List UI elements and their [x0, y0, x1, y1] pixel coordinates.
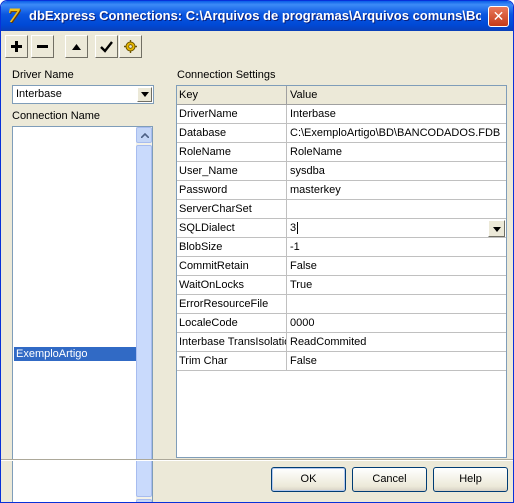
minus-icon	[37, 45, 48, 48]
table-row[interactable]: BlobSize -1	[177, 238, 506, 257]
row-key: SQLDialect	[177, 219, 287, 237]
right-panel: Connection Settings Key Value DriverName…	[176, 63, 508, 463]
row-key: WaitOnLocks	[177, 276, 287, 294]
row-key: BlobSize	[177, 238, 287, 256]
row-value[interactable]: ReadCommited	[288, 333, 506, 351]
row-key: Trim Char	[177, 352, 287, 370]
left-panel: Driver Name Interbase Connection Name Ex…	[1, 63, 165, 502]
column-header-value[interactable]: Value	[288, 86, 506, 104]
table-row[interactable]: User_Name sysdba	[177, 162, 506, 181]
row-key: Interbase TransIsolatio	[177, 333, 287, 351]
table-row[interactable]: CommitRetain False	[177, 257, 506, 276]
row-value[interactable]	[288, 200, 506, 218]
row-key: Database	[177, 124, 287, 142]
table-row[interactable]: RoleName RoleName	[177, 143, 506, 162]
table-row[interactable]: DriverName Interbase	[177, 105, 506, 124]
row-key: Password	[177, 181, 287, 199]
driver-name-select[interactable]: Interbase	[12, 85, 154, 104]
table-row[interactable]: WaitOnLocks True	[177, 276, 506, 295]
row-key: DriverName	[177, 105, 287, 123]
list-item[interactable]: ExemploArtigo	[14, 347, 136, 361]
title-bar[interactable]: 7 dbExpress Connections: C:\Arquivos de …	[1, 1, 513, 31]
table-row[interactable]: Interbase TransIsolatio ReadCommited	[177, 333, 506, 352]
row-value[interactable]: 3	[290, 222, 296, 234]
plus-icon	[11, 41, 22, 52]
chevron-down-icon	[141, 92, 149, 97]
connections-dialog: 7 dbExpress Connections: C:\Arquivos de …	[0, 0, 514, 503]
row-value[interactable]: C:\ExemploArtigo\BD\BANCODADOS.FDB	[288, 124, 506, 142]
chevron-down-icon	[493, 227, 501, 232]
row-key: RoleName	[177, 143, 287, 161]
table-row[interactable]: Database C:\ExemploArtigo\BD\BANCODADOS.…	[177, 124, 506, 143]
settings-button[interactable]	[119, 35, 142, 58]
text-caret	[297, 222, 299, 235]
chevron-up-icon	[141, 133, 149, 138]
row-value[interactable]: 0000	[288, 314, 506, 332]
apply-button[interactable]	[95, 35, 118, 58]
row-value[interactable]: masterkey	[288, 181, 506, 199]
delete-button[interactable]	[31, 35, 54, 58]
connection-settings-label: Connection Settings	[177, 69, 276, 81]
scroll-thumb[interactable]	[136, 145, 152, 497]
row-value[interactable]: False	[288, 257, 506, 275]
scroll-down-button[interactable]	[136, 499, 152, 502]
row-key: ErrorResourceFile	[177, 295, 287, 313]
cancel-button[interactable]: Cancel	[352, 467, 427, 492]
sql-dialect-editor[interactable]: 3	[288, 219, 506, 237]
checkmark-icon	[100, 41, 113, 53]
connection-name-label: Connection Name	[12, 110, 101, 122]
row-value[interactable]: False	[288, 352, 506, 370]
row-value[interactable]: sysdba	[288, 162, 506, 180]
settings-grid[interactable]: Key Value DriverName Interbase Database …	[176, 85, 507, 458]
table-row[interactable]: Trim Char False	[177, 352, 506, 371]
add-button[interactable]	[5, 35, 28, 58]
row-value[interactable]: True	[288, 276, 506, 294]
row-value[interactable]: Interbase	[288, 105, 506, 123]
triangle-up-icon	[72, 44, 81, 50]
driver-name-value: Interbase	[16, 88, 62, 100]
table-row[interactable]: SQLDialect 3	[177, 219, 506, 238]
connection-list[interactable]: ExemploArtigo	[12, 126, 153, 502]
help-button[interactable]: Help	[433, 467, 508, 492]
scroll-up-button[interactable]	[136, 127, 152, 143]
row-key: User_Name	[177, 162, 287, 180]
table-row[interactable]: Password masterkey	[177, 181, 506, 200]
table-row[interactable]: ErrorResourceFile	[177, 295, 506, 314]
column-header-key[interactable]: Key	[177, 86, 287, 104]
row-key: CommitRetain	[177, 257, 287, 275]
gear-icon	[124, 40, 137, 53]
delphi-app-icon: 7	[7, 5, 21, 27]
row-value[interactable]	[288, 295, 506, 313]
divider	[1, 459, 513, 461]
move-up-button[interactable]	[65, 35, 88, 58]
dropdown-button[interactable]	[137, 87, 152, 102]
vertical-scrollbar[interactable]	[136, 127, 152, 502]
ok-button[interactable]: OK	[271, 467, 346, 492]
row-value[interactable]: RoleName	[288, 143, 506, 161]
driver-name-label: Driver Name	[12, 69, 74, 81]
row-key: LocaleCode	[177, 314, 287, 332]
grid-header: Key Value	[177, 86, 506, 105]
table-row[interactable]: ServerCharSet	[177, 200, 506, 219]
row-key: ServerCharSet	[177, 200, 287, 218]
table-row[interactable]: LocaleCode 0000	[177, 314, 506, 333]
sql-dialect-dropdown-button[interactable]	[488, 220, 505, 237]
window-title: dbExpress Connections: C:\Arquivos de pr…	[29, 8, 481, 23]
close-button[interactable]: ✕	[488, 6, 509, 27]
row-value[interactable]: -1	[288, 238, 506, 256]
